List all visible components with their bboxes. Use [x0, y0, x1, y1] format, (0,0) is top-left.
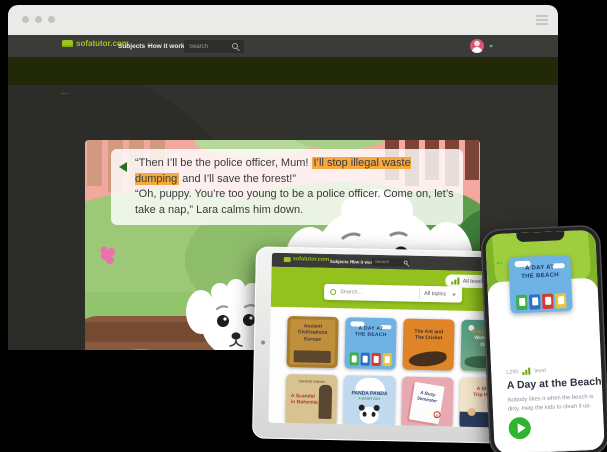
window-control-dots[interactable]	[22, 16, 55, 23]
user-avatar[interactable]	[470, 39, 484, 53]
caret-down-icon	[452, 293, 456, 296]
topics-dropdown[interactable]: All topics	[424, 291, 446, 297]
story-text: “Then I’ll be the police officer, Mum! I…	[135, 156, 455, 218]
hamburger-icon[interactable]	[536, 15, 548, 27]
magnifier-icon[interactable]	[232, 43, 238, 49]
book-description: Nobody likes it when the beach is dirty.…	[507, 393, 600, 415]
cover-art	[294, 350, 331, 363]
reader-top-band	[8, 57, 558, 85]
window-dot[interactable]	[22, 16, 29, 23]
book-tile-a-busy-semester[interactable]: A BusySemester A	[401, 376, 453, 427]
magnifier-icon	[404, 260, 408, 264]
library-search-placeholder: Search...	[340, 289, 362, 295]
book-tile-panda-panda[interactable]: PANDA PANDA A RAINY DAY	[343, 375, 395, 427]
window-dot[interactable]	[48, 16, 55, 23]
umbrella-art	[355, 377, 385, 391]
phone-device: ← L290 level A Day at the Beach Nobody l…	[480, 224, 607, 452]
book-tile-ancient-civilisations[interactable]: AncientCivilisationsEurope	[287, 316, 339, 368]
search-input[interactable]: Search	[372, 258, 410, 267]
story-text-card: “Then I’ll be the police officer, Mum! I…	[111, 149, 463, 225]
bar-chart-icon	[522, 368, 530, 375]
tablet-device: sofatutor.com Subjects How it works Sear…	[252, 246, 508, 443]
book-tile-scandal-in-bohemia[interactable]: Sherlock Holmes A Scandalin Bohemia	[285, 374, 337, 426]
magnifier-icon	[330, 289, 336, 295]
story-p1-post: and I’ll save the forest!”	[179, 173, 296, 185]
library-search-bar[interactable]: Search... All topics	[324, 284, 462, 303]
divider	[419, 289, 420, 299]
divider	[495, 448, 605, 452]
nav-how-it-works[interactable]: How it works	[148, 43, 188, 50]
graded-a-art: A	[433, 411, 441, 419]
back-arrow-icon[interactable]: ←	[58, 83, 72, 99]
sofatutor-logo[interactable]: sofatutor.com	[284, 256, 329, 263]
level-row: L290 level	[506, 367, 546, 376]
cover-art	[408, 350, 447, 368]
panda-art	[359, 407, 378, 424]
back-arrow-icon[interactable]: ←	[494, 256, 506, 268]
bar-chart-icon	[452, 277, 460, 284]
play-triangle-icon[interactable]	[119, 162, 127, 172]
level-label: level	[534, 367, 546, 373]
book-cover-beach[interactable]: A DAY ATTHE BEACH	[508, 255, 572, 314]
story-p2: “Oh, puppy. You’re too young to be a pol…	[135, 188, 454, 216]
level-code: L290	[506, 369, 519, 376]
marketing-composite: sofatutor.com Subjects How it works ←	[0, 0, 607, 452]
site-navbar: sofatutor.com Subjects How it works	[8, 35, 558, 57]
sofa-couch-icon	[62, 40, 73, 47]
caret-down-icon[interactable]	[489, 45, 493, 48]
window-dot[interactable]	[35, 16, 42, 23]
phone-screen: ← L290 level A Day at the Beach Nobody l…	[485, 230, 604, 452]
story-p1-pre: “Then I’ll be the police officer, Mum!	[135, 157, 312, 169]
browser-titlebar	[8, 5, 558, 35]
play-button[interactable]	[508, 417, 531, 440]
book-tile-ant-and-cricket[interactable]: The Ant andThe Cricket	[402, 318, 454, 370]
nav-subjects[interactable]: Subjects	[118, 43, 151, 50]
library-banner: All levels Search... All topics	[271, 267, 499, 312]
recycling-bins-art	[510, 293, 573, 311]
recycling-bins-art	[345, 352, 396, 366]
sofa-couch-icon	[284, 256, 291, 261]
tablet-screen: sofatutor.com Subjects How it works Sear…	[268, 253, 499, 428]
book-tile-a-day-at-the-beach[interactable]: A DAY ATTHE BEACH	[345, 317, 397, 369]
tablet-camera	[261, 341, 265, 345]
book-title: A Day at the Beach	[507, 376, 602, 392]
